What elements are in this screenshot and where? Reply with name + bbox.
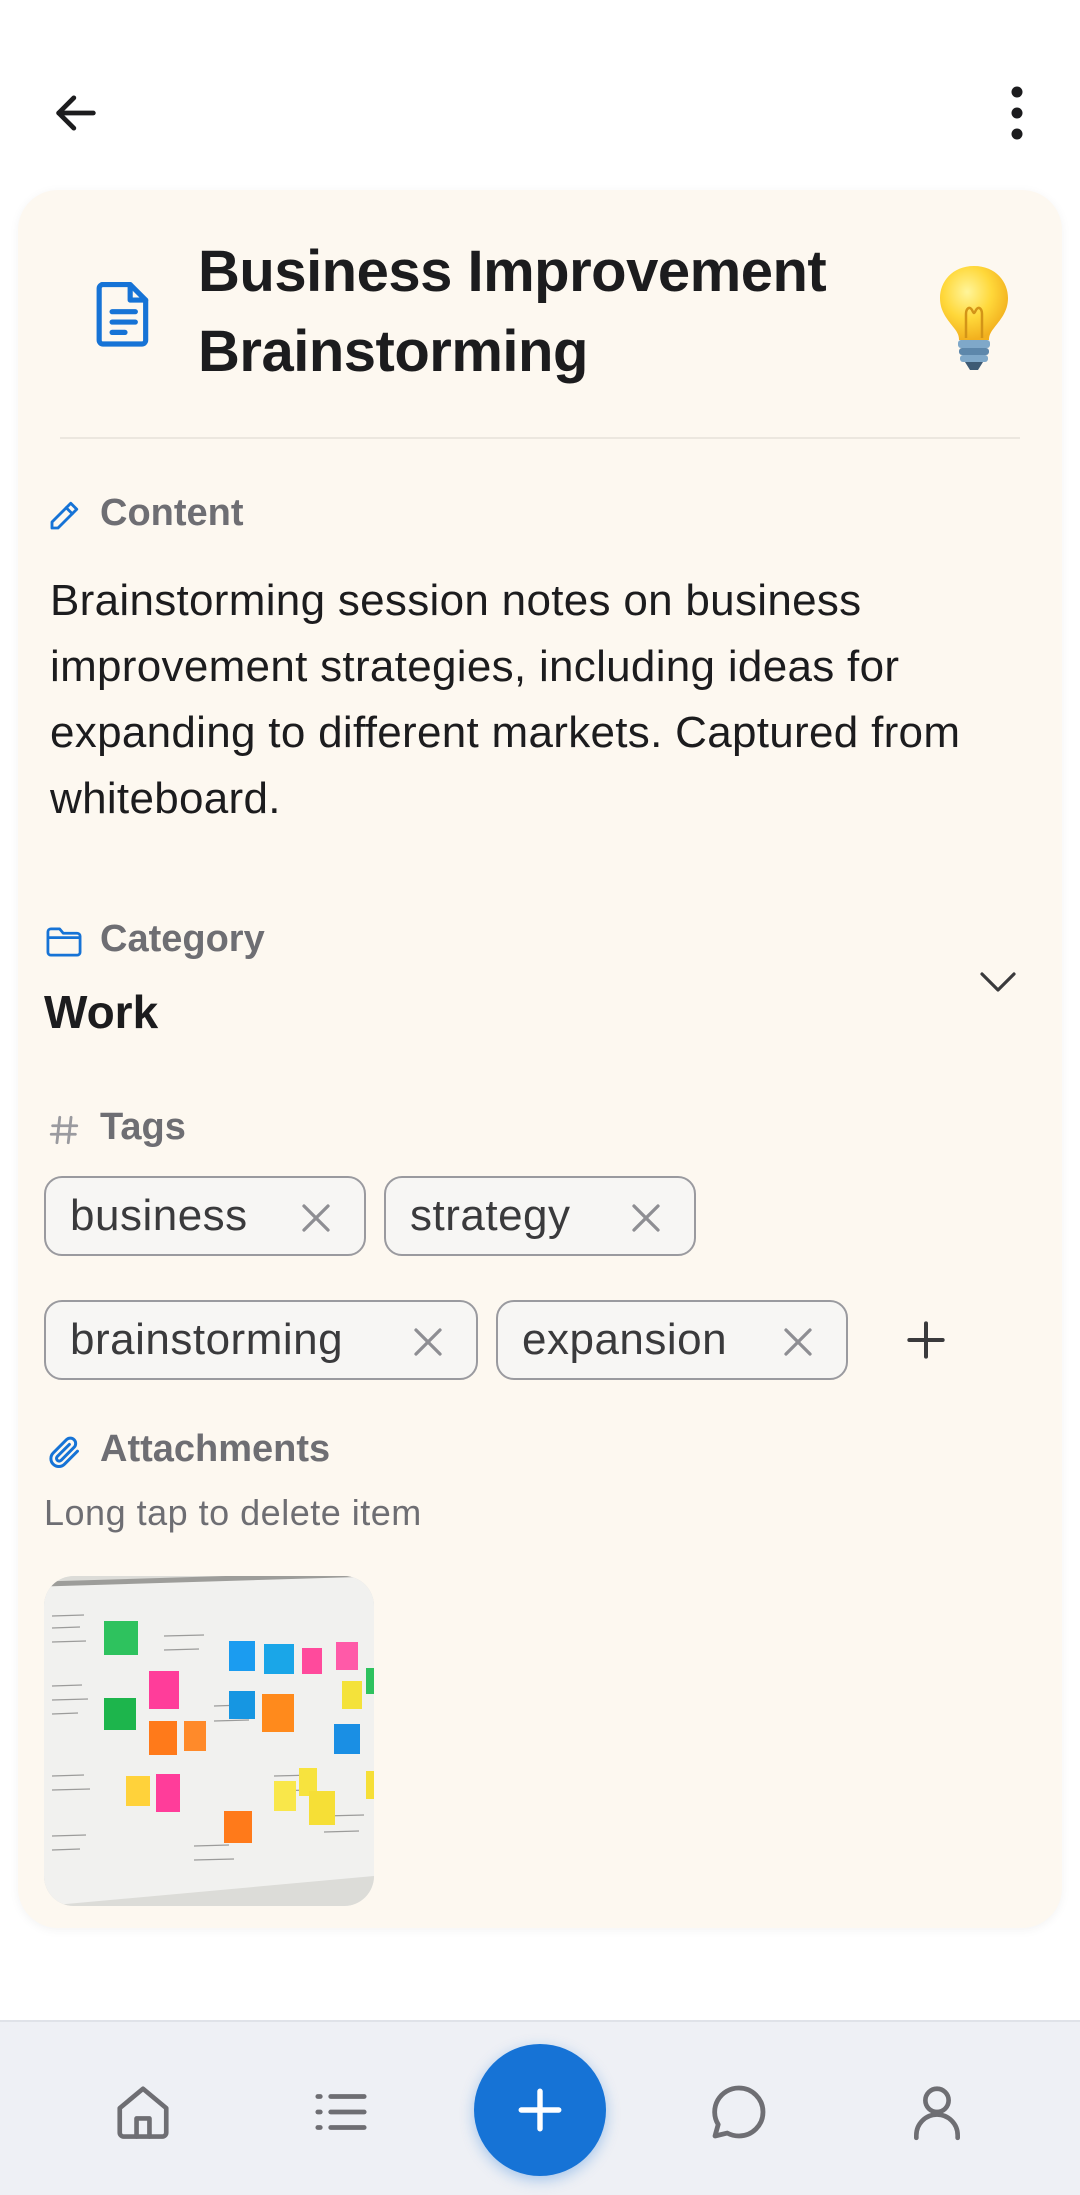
nav-chat-button[interactable]	[694, 2067, 784, 2157]
content-text[interactable]: Brainstorming session notes on business …	[50, 568, 1030, 832]
more-vertical-icon	[1011, 86, 1023, 140]
top-bar	[0, 0, 1080, 190]
attachment-thumbnail[interactable]	[44, 1576, 374, 1906]
plus-icon	[907, 1321, 945, 1359]
close-icon[interactable]	[410, 1324, 446, 1360]
pencil-icon	[44, 496, 84, 536]
home-icon	[117, 2086, 169, 2139]
note-title-line1: Business Improvement	[198, 239, 827, 304]
category-value[interactable]: Work	[44, 985, 158, 1039]
back-button[interactable]	[36, 78, 116, 148]
paperclip-icon	[44, 1432, 84, 1472]
profile-icon	[914, 2086, 960, 2141]
note-card: Business Improvement Brainstorming Conte…	[18, 190, 1062, 1928]
tag-chip-label: strategy	[410, 1191, 571, 1240]
content-label: Content	[100, 492, 244, 534]
tag-chip-label: expansion	[522, 1315, 728, 1364]
nav-home-button[interactable]	[98, 2067, 188, 2157]
tag-chip-label: brainstorming	[70, 1315, 344, 1364]
attachments-label: Attachments	[100, 1428, 331, 1470]
chevron-down-icon[interactable]	[968, 952, 1028, 1012]
chat-icon	[712, 2085, 766, 2139]
nav-profile-button[interactable]	[892, 2067, 982, 2157]
tag-chip-strategy[interactable]: strategy	[384, 1176, 696, 1256]
arrow-left-icon	[56, 95, 96, 131]
add-note-button[interactable]	[474, 2044, 606, 2176]
note-detail-screen: Business Improvement Brainstorming Conte…	[0, 0, 1080, 2195]
category-label: Category	[100, 918, 265, 960]
close-icon[interactable]	[298, 1200, 334, 1236]
more-options-button[interactable]	[982, 78, 1052, 148]
document-icon	[80, 268, 170, 358]
bottom-navigation	[0, 2020, 1080, 2195]
close-icon[interactable]	[628, 1200, 664, 1236]
tag-chip-business[interactable]: business	[44, 1176, 366, 1256]
tag-chip-expansion[interactable]: expansion	[496, 1300, 848, 1380]
close-icon[interactable]	[780, 1324, 816, 1360]
note-title[interactable]: Business Improvement Brainstorming	[198, 232, 898, 392]
tags-label: Tags	[100, 1106, 186, 1148]
note-title-line2: Brainstorming	[198, 319, 588, 384]
tag-chip-brainstorming[interactable]: brainstorming	[44, 1300, 478, 1380]
title-divider	[60, 437, 1020, 439]
attachments-hint: Long tap to delete item	[44, 1492, 422, 1533]
folder-icon	[44, 922, 84, 962]
lightbulb-icon[interactable]	[934, 262, 1014, 372]
tag-chip-label: business	[70, 1191, 248, 1240]
add-icon	[518, 2088, 562, 2132]
nav-list-button[interactable]	[296, 2067, 386, 2157]
hash-icon	[44, 1110, 84, 1150]
list-icon	[315, 2094, 367, 2130]
add-tag-button[interactable]	[890, 1304, 962, 1376]
